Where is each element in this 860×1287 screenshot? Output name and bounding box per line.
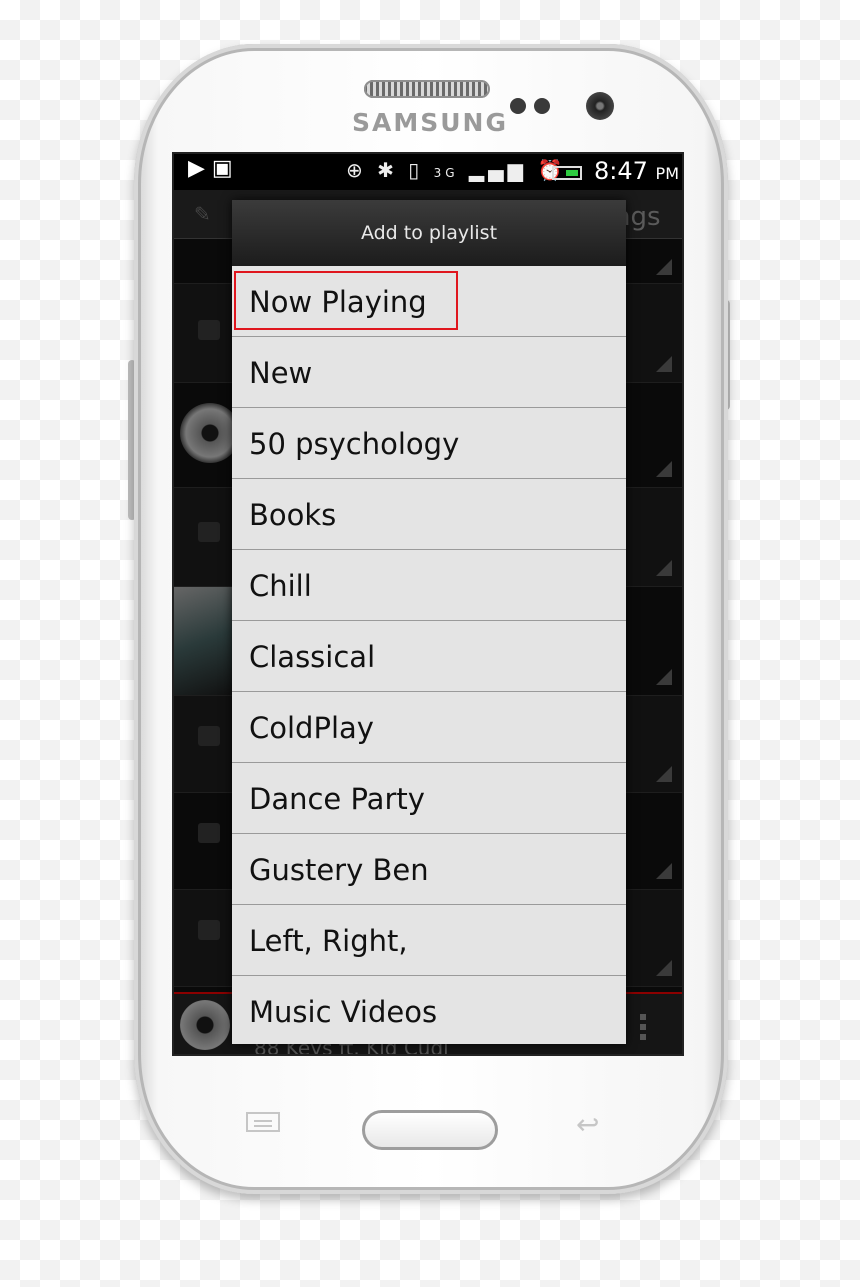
signal-icon: ▂▄▆ bbox=[468, 158, 528, 182]
play-store-icon: ▶ bbox=[188, 156, 205, 181]
add-to-playlist-dialog: Add to playlist Now Playing New 50 psych… bbox=[232, 200, 626, 1044]
vote-up-button bbox=[198, 823, 220, 843]
now-playing-disc-icon bbox=[180, 1000, 230, 1050]
playlist-item-label: Gustery Ben bbox=[249, 853, 429, 887]
playlist-item-coldplay[interactable]: ColdPlay bbox=[232, 692, 626, 763]
playlist-item-now-playing[interactable]: Now Playing bbox=[232, 266, 626, 337]
earpiece-speaker bbox=[364, 80, 490, 98]
playlist-item-label: Chill bbox=[249, 569, 312, 603]
notification-icons: ▶ ▣ bbox=[188, 156, 233, 181]
status-bar: ▶ ▣ ⊕ ✱ ▯ 3G ▂▄▆ ⏰ 8:47 PM bbox=[174, 154, 682, 190]
menu-button[interactable] bbox=[246, 1112, 280, 1132]
overflow-menu-icon bbox=[640, 1014, 646, 1040]
vote-up-button bbox=[198, 920, 220, 940]
playlist-item-label: New bbox=[249, 356, 313, 390]
battery-icon bbox=[552, 166, 582, 180]
dialog-title: Add to playlist bbox=[232, 200, 626, 267]
home-button[interactable] bbox=[362, 1110, 498, 1150]
3g-icon: 3G bbox=[433, 166, 459, 180]
front-camera bbox=[586, 92, 614, 120]
screen: ▶ ▣ ⊕ ✱ ▯ 3G ▂▄▆ ⏰ 8:47 PM ✎ ngs 88 Keys… bbox=[172, 152, 684, 1056]
playlist-item-left-right[interactable]: Left, Right, bbox=[232, 905, 626, 976]
shopping-bag-icon: ▣ bbox=[211, 156, 233, 181]
status-clock: 8:47 PM bbox=[594, 157, 679, 185]
vote-down-button bbox=[198, 522, 220, 542]
gps-icon: ⊕ bbox=[346, 158, 367, 182]
system-icons: ⊕ ✱ ▯ 3G ▂▄▆ ⏰ bbox=[346, 158, 566, 182]
playlist-item-new[interactable]: New bbox=[232, 337, 626, 408]
playlist-item-label: Books bbox=[249, 498, 337, 532]
clock-ampm: PM bbox=[655, 164, 679, 183]
playlist-item-label: Classical bbox=[249, 640, 376, 674]
playlist-item-label: 50 psychology bbox=[249, 427, 460, 461]
album-artwork bbox=[174, 587, 232, 695]
brand-logo: SAMSUNG bbox=[352, 108, 508, 137]
vibrate-icon: ▯ bbox=[408, 158, 424, 182]
mic-icon: ✎ bbox=[194, 202, 211, 226]
playlist-item-label: ColdPlay bbox=[249, 711, 374, 745]
playlist-item-label: Music Videos bbox=[249, 995, 438, 1029]
playlist-item-dance-party[interactable]: Dance Party bbox=[232, 763, 626, 834]
playlist-item-50-psychology[interactable]: 50 psychology bbox=[232, 408, 626, 479]
playlist-list[interactable]: Now Playing New 50 psychology Books Chil… bbox=[232, 266, 626, 1044]
bluetooth-icon: ✱ bbox=[377, 158, 398, 182]
playlist-item-label: Left, Right, bbox=[249, 924, 408, 958]
playlist-item-books[interactable]: Books bbox=[232, 479, 626, 550]
vote-down-button bbox=[198, 320, 220, 340]
playlist-item-classical[interactable]: Classical bbox=[232, 621, 626, 692]
clock-time: 8:47 bbox=[594, 157, 648, 185]
playlist-item-chill[interactable]: Chill bbox=[232, 550, 626, 621]
playlist-item-music-videos[interactable]: Music Videos bbox=[232, 976, 626, 1044]
playlist-item-gustery-ben[interactable]: Gustery Ben bbox=[232, 834, 626, 905]
selection-highlight bbox=[234, 271, 458, 330]
album-disc-icon bbox=[180, 403, 240, 463]
back-icon[interactable]: ↩ bbox=[576, 1108, 599, 1141]
vote-up-button bbox=[198, 726, 220, 746]
playlist-item-label: Dance Party bbox=[249, 782, 425, 816]
light-sensor bbox=[534, 98, 550, 114]
